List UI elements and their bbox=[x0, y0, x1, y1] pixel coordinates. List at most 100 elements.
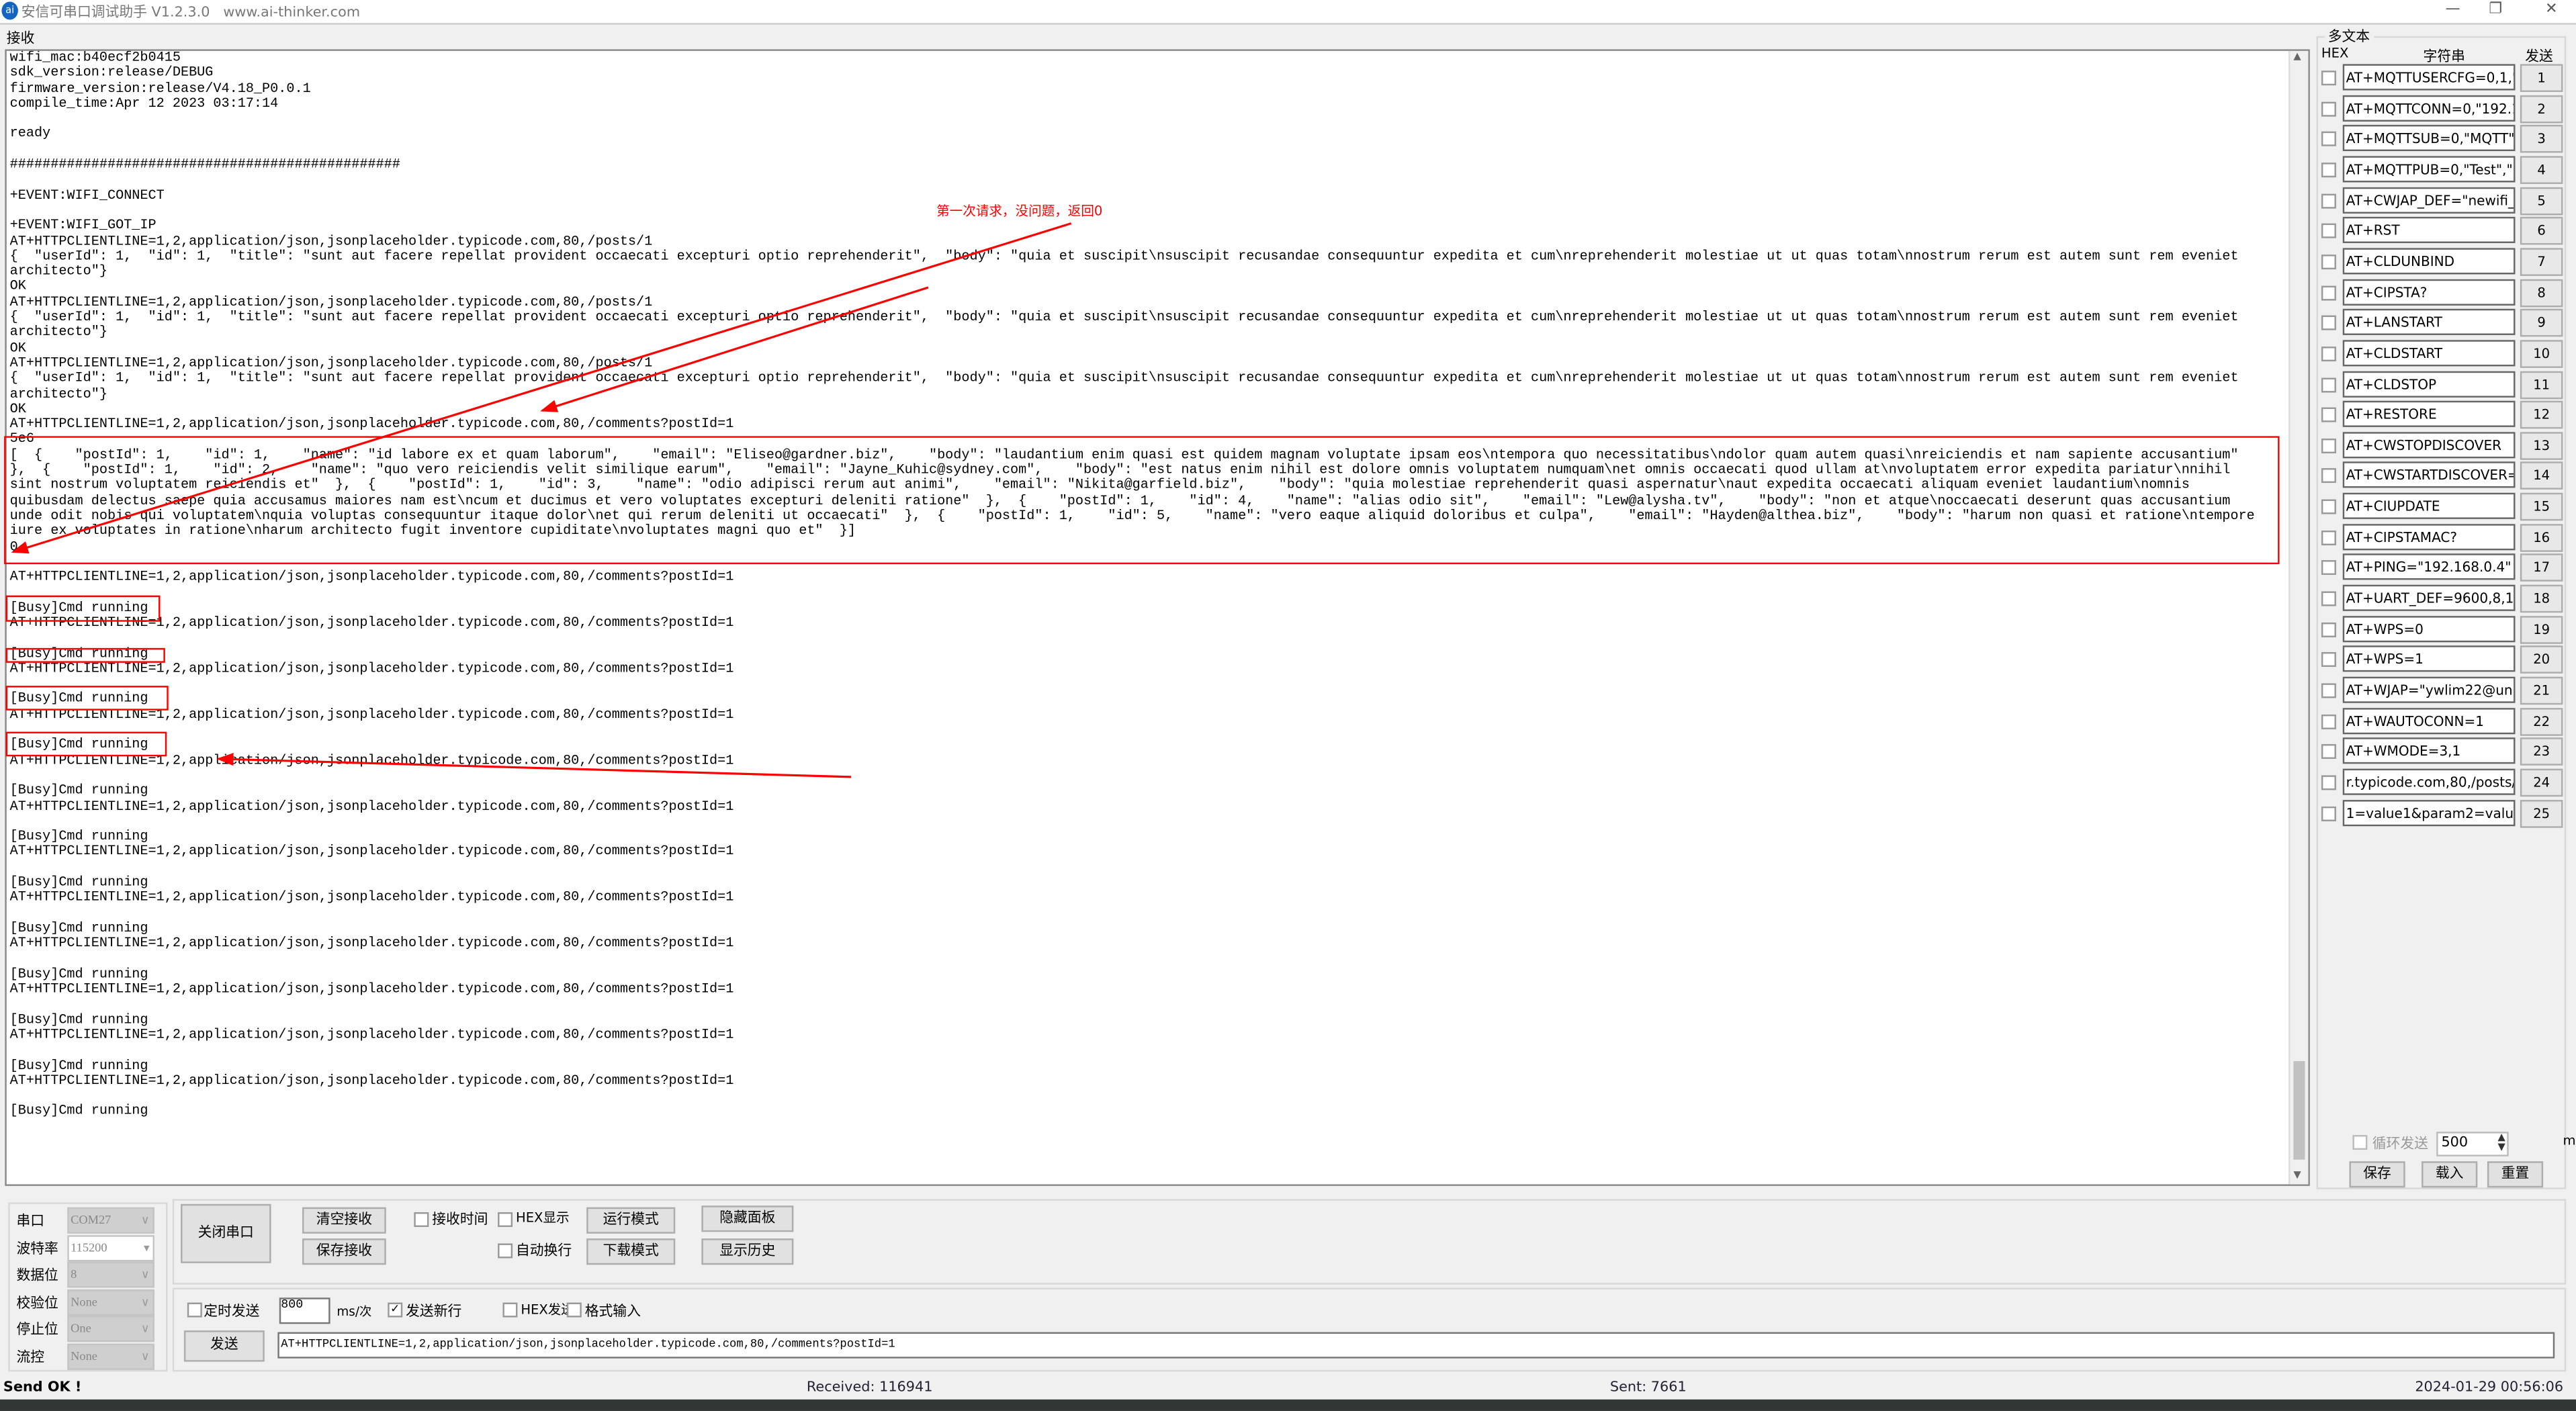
row-command-input[interactable]: r.typicode.com,80,/posts/1 bbox=[2342, 768, 2516, 795]
stop-select[interactable]: One ∨ bbox=[67, 1316, 154, 1342]
row-hex-checkbox[interactable] bbox=[2321, 377, 2336, 392]
row-hex-checkbox[interactable] bbox=[2321, 591, 2336, 606]
row-send-button[interactable]: 14 bbox=[2520, 462, 2563, 490]
row-send-button[interactable]: 1 bbox=[2520, 64, 2563, 92]
row-send-button[interactable]: 4 bbox=[2520, 156, 2563, 184]
row-hex-checkbox[interactable] bbox=[2321, 714, 2336, 729]
auto-wrap-checkbox[interactable] bbox=[498, 1243, 513, 1259]
send-input[interactable]: AT+HTTPCLIENTLINE=1,2,application/json,j… bbox=[277, 1332, 2555, 1359]
row-hex-checkbox[interactable] bbox=[2321, 285, 2336, 300]
hide-panel-button[interactable]: 隐藏面板 bbox=[701, 1205, 794, 1232]
row-command-input[interactable]: AT+MQTTPUB=0,"Test","{\ bbox=[2342, 156, 2516, 183]
row-send-button[interactable]: 21 bbox=[2520, 676, 2563, 705]
row-command-input[interactable]: AT+CLDSTART bbox=[2342, 339, 2516, 367]
row-command-input[interactable]: AT+WPS=0 bbox=[2342, 615, 2516, 642]
load-button[interactable]: 载入 bbox=[2422, 1161, 2478, 1188]
send-newline-checkbox[interactable]: ✓ bbox=[388, 1302, 403, 1318]
row-hex-checkbox[interactable] bbox=[2321, 438, 2336, 453]
row-send-button[interactable]: 10 bbox=[2520, 339, 2563, 368]
row-send-button[interactable]: 5 bbox=[2520, 186, 2563, 215]
reset-button[interactable]: 重置 bbox=[2487, 1161, 2544, 1188]
row-command-input[interactable]: AT+UART_DEF=9600,8,1, bbox=[2342, 584, 2516, 611]
row-hex-checkbox[interactable] bbox=[2321, 224, 2336, 239]
row-command-input[interactable]: AT+WJAP="ywlim22@unif bbox=[2342, 676, 2516, 703]
row-hex-checkbox[interactable] bbox=[2321, 132, 2336, 147]
row-command-input[interactable]: AT+CWSTOPDISCOVER bbox=[2342, 431, 2516, 458]
row-hex-checkbox[interactable] bbox=[2321, 652, 2336, 668]
row-send-button[interactable]: 9 bbox=[2520, 309, 2563, 337]
row-hex-checkbox[interactable] bbox=[2321, 162, 2336, 177]
row-send-button[interactable]: 6 bbox=[2520, 217, 2563, 246]
row-command-input[interactable]: AT+RESTORE bbox=[2342, 401, 2516, 428]
row-send-button[interactable]: 22 bbox=[2520, 707, 2563, 735]
row-hex-checkbox[interactable] bbox=[2321, 683, 2336, 698]
row-command-input[interactable]: AT+CLDUNBIND bbox=[2342, 248, 2516, 275]
timed-interval-input[interactable]: 800 bbox=[279, 1298, 330, 1324]
row-hex-checkbox[interactable] bbox=[2321, 316, 2336, 331]
close-port-button[interactable]: 关闭串口 bbox=[181, 1203, 271, 1263]
row-send-button[interactable]: 7 bbox=[2520, 248, 2563, 276]
save-receive-button[interactable]: 保存接收 bbox=[302, 1238, 386, 1265]
spinner-arrows-icon[interactable]: ▲ ▼ bbox=[2498, 1132, 2505, 1153]
row-command-input[interactable]: AT+RST bbox=[2342, 217, 2516, 244]
row-hex-checkbox[interactable] bbox=[2321, 407, 2336, 422]
row-command-input[interactable]: AT+WPS=1 bbox=[2342, 646, 2516, 673]
row-command-input[interactable]: AT+PING="192.168.0.4" bbox=[2342, 554, 2516, 581]
row-command-input[interactable]: AT+MQTTCONN=0,"192.1 bbox=[2342, 94, 2516, 122]
row-command-input[interactable]: AT+WMODE=3,1 bbox=[2342, 737, 2516, 765]
row-hex-checkbox[interactable] bbox=[2321, 469, 2336, 484]
receive-time-checkbox[interactable] bbox=[414, 1212, 429, 1228]
loop-interval-stepper[interactable]: 500 ▲ ▼ bbox=[2436, 1132, 2509, 1156]
row-command-input[interactable]: AT+MQTTSUB=0,"MQTT", bbox=[2342, 125, 2516, 152]
row-command-input[interactable]: AT+CIUPDATE bbox=[2342, 492, 2516, 520]
row-send-button[interactable]: 17 bbox=[2520, 554, 2563, 582]
row-send-button[interactable]: 25 bbox=[2520, 799, 2563, 827]
parity-select[interactable]: None ∨ bbox=[67, 1288, 154, 1315]
row-send-button[interactable]: 11 bbox=[2520, 370, 2563, 399]
row-hex-checkbox[interactable] bbox=[2321, 254, 2336, 269]
row-send-button[interactable]: 3 bbox=[2520, 125, 2563, 154]
row-command-input[interactable]: AT+LANSTART bbox=[2342, 309, 2516, 336]
row-hex-checkbox[interactable] bbox=[2321, 560, 2336, 576]
download-mode-button[interactable]: 下载模式 bbox=[586, 1238, 676, 1265]
row-send-button[interactable]: 23 bbox=[2520, 737, 2563, 766]
row-hex-checkbox[interactable] bbox=[2321, 499, 2336, 514]
row-hex-checkbox[interactable] bbox=[2321, 744, 2336, 760]
row-hex-checkbox[interactable] bbox=[2321, 622, 2336, 637]
row-send-button[interactable]: 2 bbox=[2520, 94, 2563, 123]
row-command-input[interactable]: AT+CIPSTAMAC? bbox=[2342, 523, 2516, 550]
save-button[interactable]: 保存 bbox=[2349, 1161, 2405, 1188]
row-command-input[interactable]: AT+MQTTUSERCFG=0,1," bbox=[2342, 64, 2516, 91]
data-select[interactable]: 8 ∨ bbox=[67, 1261, 154, 1288]
row-send-button[interactable]: 19 bbox=[2520, 615, 2563, 643]
row-hex-checkbox[interactable] bbox=[2321, 71, 2336, 86]
clear-receive-button[interactable]: 清空接收 bbox=[302, 1207, 386, 1234]
run-mode-button[interactable]: 运行模式 bbox=[586, 1207, 676, 1234]
row-send-button[interactable]: 13 bbox=[2520, 431, 2563, 460]
baud-select[interactable]: 115200 ▾ bbox=[67, 1234, 154, 1261]
timed-send-checkbox[interactable] bbox=[187, 1302, 202, 1318]
row-hex-checkbox[interactable] bbox=[2321, 530, 2336, 545]
send-button[interactable]: 发送 bbox=[183, 1330, 265, 1362]
row-hex-checkbox[interactable] bbox=[2321, 805, 2336, 821]
row-send-button[interactable]: 8 bbox=[2520, 278, 2563, 307]
show-history-button[interactable]: 显示历史 bbox=[701, 1238, 794, 1265]
row-command-input[interactable]: AT+WAUTOCONN=1 bbox=[2342, 707, 2516, 734]
row-send-button[interactable]: 15 bbox=[2520, 492, 2563, 521]
loop-send-checkbox[interactable] bbox=[2352, 1135, 2368, 1150]
row-send-button[interactable]: 16 bbox=[2520, 523, 2563, 552]
flow-select[interactable]: None ∨ bbox=[67, 1342, 154, 1369]
row-hex-checkbox[interactable] bbox=[2321, 346, 2336, 361]
row-send-button[interactable]: 18 bbox=[2520, 584, 2563, 613]
port-select[interactable]: COM27 ∨ bbox=[67, 1207, 154, 1234]
row-send-button[interactable]: 12 bbox=[2520, 401, 2563, 429]
row-command-input[interactable]: AT+CWJAP_DEF="newifi_ bbox=[2342, 186, 2516, 213]
row-hex-checkbox[interactable] bbox=[2321, 193, 2336, 208]
hex-send-checkbox[interactable] bbox=[502, 1302, 518, 1318]
row-send-button[interactable]: 24 bbox=[2520, 768, 2563, 797]
row-command-input[interactable]: AT+CIPSTA? bbox=[2342, 278, 2516, 305]
row-hex-checkbox[interactable] bbox=[2321, 101, 2336, 116]
row-command-input[interactable]: 1=value1&param2=value2 bbox=[2342, 799, 2516, 826]
row-hex-checkbox[interactable] bbox=[2321, 775, 2336, 790]
format-input-checkbox[interactable] bbox=[566, 1302, 582, 1318]
